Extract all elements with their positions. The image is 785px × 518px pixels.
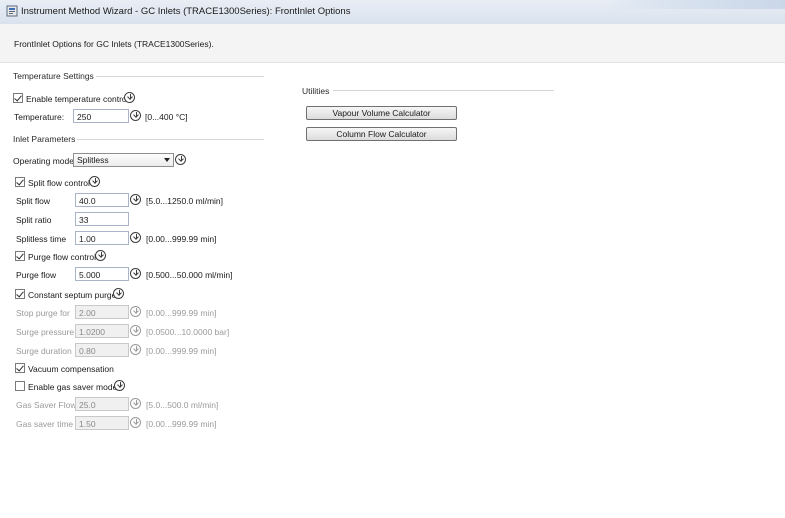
column-flow-calculator-button[interactable]: Column Flow Calculator <box>306 127 457 141</box>
split-flow-control-checkbox[interactable] <box>15 177 25 187</box>
splitless-time-input[interactable]: 1.00 <box>75 231 129 245</box>
gas-saver-time-label: Gas saver time <box>16 419 74 429</box>
stop-purge-info-icon[interactable] <box>130 306 141 317</box>
operating-mode-info-icon[interactable] <box>175 154 186 165</box>
vacuum-compensation-checkbox[interactable] <box>15 363 25 373</box>
window-title: Instrument Method Wizard - GC Inlets (TR… <box>21 6 351 17</box>
purge-flow-input[interactable]: 5.000 <box>75 267 129 281</box>
wizard-app-icon <box>6 5 18 17</box>
purge-flow-label: Purge flow <box>16 270 57 280</box>
gas-saver-checkbox[interactable] <box>15 381 25 391</box>
inlet-parameters-heading: Inlet Parameters <box>13 134 76 144</box>
splitless-time-label: Splitless time <box>16 234 67 244</box>
vacuum-compensation-label: Vacuum compensation <box>28 364 114 374</box>
operating-mode-label: Operating mode <box>13 156 74 166</box>
split-ratio-input[interactable]: 33 <box>75 212 129 226</box>
utilities-heading: Utilities <box>302 86 330 96</box>
gas-saver-flow-input[interactable]: 25.0 <box>75 397 129 411</box>
surge-duration-range: [0.00...999.99 min] <box>146 346 217 356</box>
gas-saver-info-icon[interactable] <box>114 380 125 391</box>
split-flow-input[interactable]: 40.0 <box>75 193 129 207</box>
gas-saver-flow-range: [5.0...500.0 ml/min] <box>146 400 219 410</box>
split-flow-range: [5.0...1250.0 ml/min] <box>146 196 224 206</box>
surge-pressure-range: [0.0500...10.0000 bar] <box>146 327 230 337</box>
page-description: FrontInlet Options for GC Inlets (TRACE1… <box>14 39 214 49</box>
stop-purge-label: Stop purge for <box>16 308 70 318</box>
temperature-label: Temperature: <box>14 112 65 122</box>
split-flow-control-info-icon[interactable] <box>89 176 100 187</box>
split-ratio-label: Split ratio <box>16 215 52 225</box>
gas-saver-time-range: [0.00...999.99 min] <box>146 419 217 429</box>
surge-pressure-label: Surge pressure <box>16 327 75 337</box>
operating-mode-select[interactable]: Splitless <box>73 153 174 167</box>
purge-flow-info-icon[interactable] <box>130 268 141 279</box>
split-flow-control-label: Split flow control <box>28 178 90 188</box>
vapour-volume-calculator-button[interactable]: Vapour Volume Calculator <box>306 106 457 120</box>
stop-purge-input[interactable]: 2.00 <box>75 305 129 319</box>
split-flow-label: Split flow <box>16 196 51 206</box>
enable-temperature-label: Enable temperature control <box>26 94 129 104</box>
temperature-input[interactable]: 250 <box>73 109 129 123</box>
surge-duration-label: Surge duration <box>16 346 72 356</box>
constant-septum-purge-info-icon[interactable] <box>113 288 124 299</box>
purge-flow-control-label: Purge flow control <box>28 252 97 262</box>
purge-flow-control-checkbox[interactable] <box>15 251 25 261</box>
purge-flow-control-info-icon[interactable] <box>95 250 106 261</box>
surge-duration-input[interactable]: 0.80 <box>75 343 129 357</box>
split-flow-info-icon[interactable] <box>130 194 141 205</box>
temperature-settings-heading: Temperature Settings <box>13 71 94 81</box>
constant-septum-purge-label: Constant septum purge <box>28 290 117 300</box>
operating-mode-value: Splitless <box>77 155 109 165</box>
surge-duration-info-icon[interactable] <box>130 344 141 355</box>
gas-saver-time-input[interactable]: 1.50 <box>75 416 129 430</box>
surge-pressure-input[interactable]: 1.0200 <box>75 324 129 338</box>
utilities-divider <box>333 90 554 91</box>
gas-saver-label: Enable gas saver mode <box>28 382 118 392</box>
enable-temperature-checkbox[interactable] <box>13 93 23 103</box>
titlebar-decoration <box>605 0 785 9</box>
stop-purge-range: [0.00...999.99 min] <box>146 308 217 318</box>
inlet-parameters-divider <box>77 139 264 140</box>
temperature-settings-divider <box>96 76 264 77</box>
gas-saver-flow-info-icon[interactable] <box>130 398 141 409</box>
chevron-down-icon <box>164 158 170 162</box>
splitless-time-info-icon[interactable] <box>130 232 141 243</box>
gas-saver-time-info-icon[interactable] <box>130 417 141 428</box>
splitless-time-range: [0.00...999.99 min] <box>146 234 217 244</box>
gas-saver-flow-label: Gas Saver Flow <box>16 400 77 410</box>
surge-pressure-info-icon[interactable] <box>130 325 141 336</box>
enable-temperature-info-icon[interactable] <box>124 92 135 103</box>
temperature-info-icon[interactable] <box>130 110 141 121</box>
purge-flow-range: [0.500...50.000 ml/min] <box>146 270 233 280</box>
constant-septum-purge-checkbox[interactable] <box>15 289 25 299</box>
temperature-range: [0...400 °C] <box>145 112 188 122</box>
